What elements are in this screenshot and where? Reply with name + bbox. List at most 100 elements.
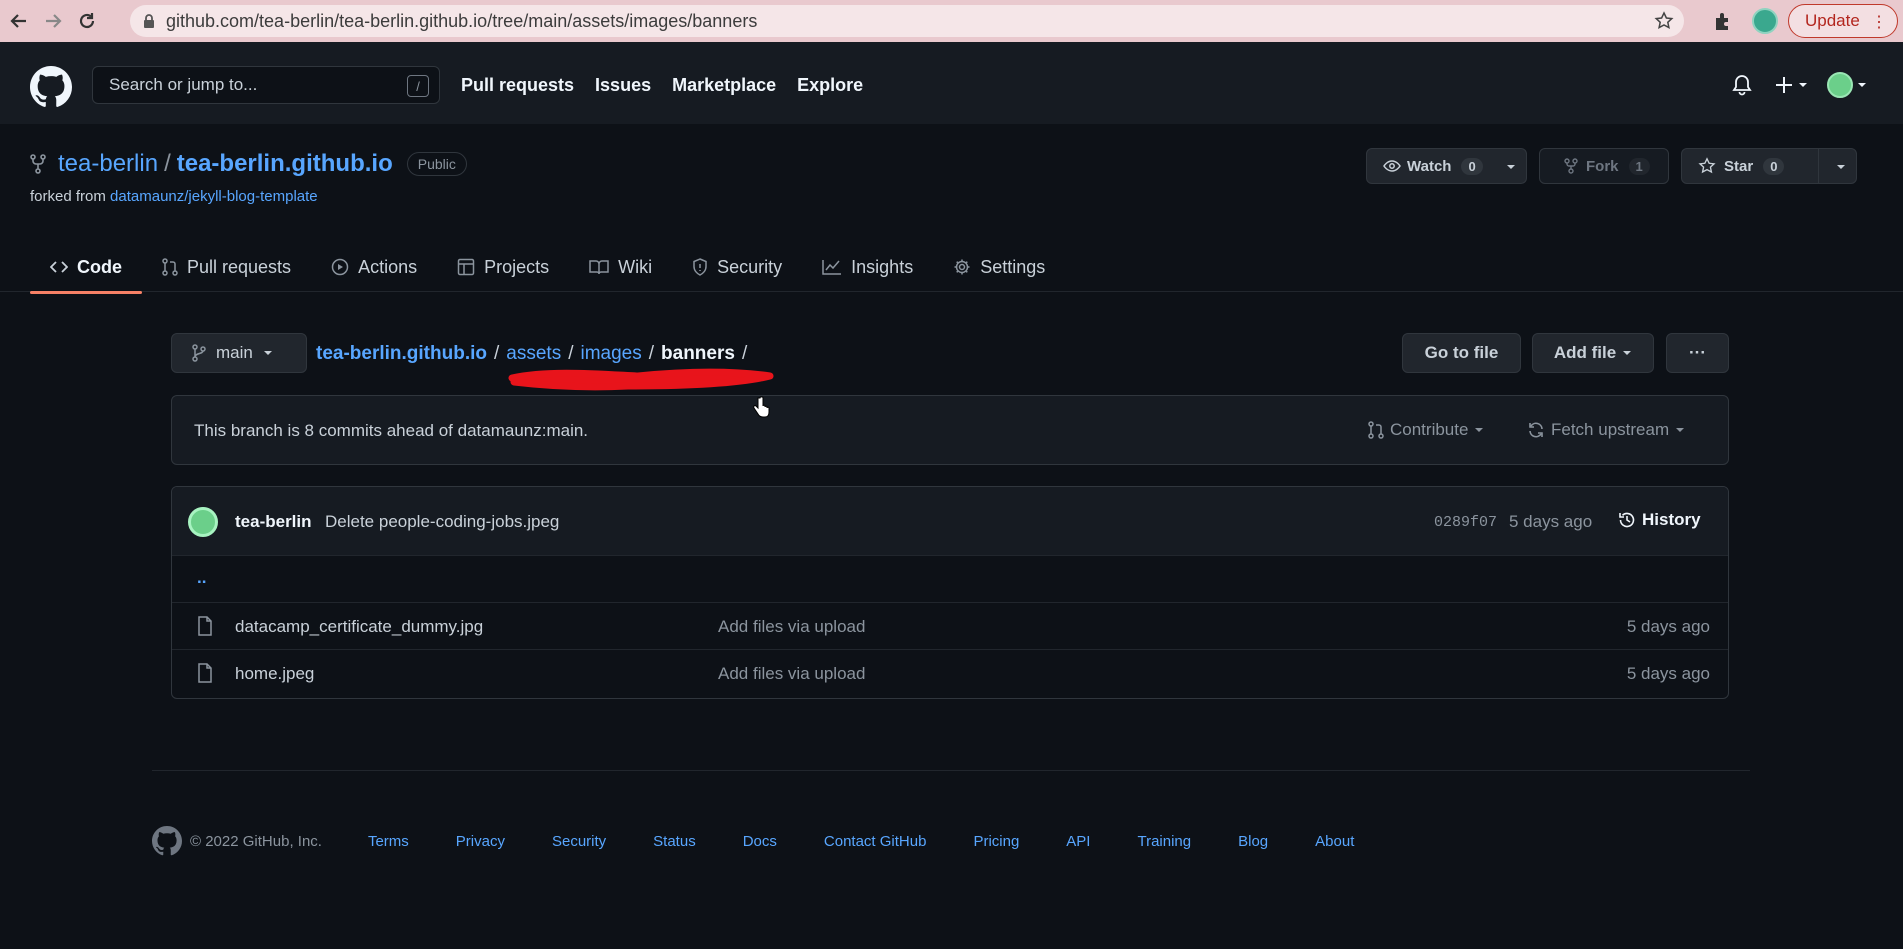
branch-selector[interactable]: main — [171, 333, 307, 373]
list-item[interactable]: datacamp_certificate_dummy.jpg Add files… — [172, 603, 1728, 650]
address-bar[interactable]: github.com/tea-berlin/tea-berlin.github.… — [130, 5, 1684, 37]
tab-projects-label: Projects — [484, 256, 550, 277]
breadcrumb-assets-link[interactable]: assets — [506, 343, 561, 365]
commit-author-avatar[interactable] — [188, 507, 218, 537]
more-options-button[interactable]: ··· — [1666, 333, 1729, 373]
nav-issues[interactable]: Issues — [595, 75, 651, 96]
footer-link-privacy[interactable]: Privacy — [456, 833, 505, 850]
back-button[interactable] — [4, 6, 34, 36]
tab-code[interactable]: Code — [30, 242, 142, 294]
user-menu-caret-icon[interactable] — [1857, 81, 1867, 89]
forward-arrow-icon — [46, 14, 62, 28]
contribute-caret-icon — [1475, 428, 1484, 432]
github-header: Search or jump to... / Pull requests Iss… — [0, 42, 1903, 124]
list-item[interactable]: home.jpeg Add files via upload 5 days ag… — [172, 650, 1728, 697]
create-new-plus-icon[interactable] — [1775, 75, 1809, 95]
footer-link-docs[interactable]: Docs — [743, 833, 777, 850]
commit-sha[interactable]: 0289f07 — [1434, 514, 1497, 531]
commit-message[interactable]: Delete people-coding-jobs.jpeg — [325, 512, 559, 532]
footer-link-training[interactable]: Training — [1137, 833, 1191, 850]
tab-wiki[interactable]: Wiki — [569, 242, 672, 292]
go-to-file-button[interactable]: Go to file — [1402, 333, 1521, 373]
sync-icon — [1529, 422, 1543, 438]
update-button[interactable]: Update ⋮ — [1788, 4, 1898, 38]
file-icon — [198, 616, 212, 636]
file-name-link[interactable]: datacamp_certificate_dummy.jpg — [235, 617, 483, 637]
breadcrumb-separator: / — [648, 343, 655, 364]
eye-icon — [1383, 160, 1401, 172]
watch-label: Watch — [1407, 157, 1452, 175]
user-avatar[interactable] — [1827, 72, 1853, 98]
history-button[interactable]: History — [1618, 510, 1701, 530]
tab-security[interactable]: Security — [672, 242, 802, 292]
url-text: github.com/tea-berlin/tea-berlin.github.… — [166, 10, 758, 31]
nav-explore[interactable]: Explore — [797, 75, 863, 96]
add-file-label: Add file — [1553, 343, 1617, 362]
tab-insights-label: Insights — [851, 256, 914, 277]
forked-prefix: forked from — [30, 188, 106, 205]
footer-link-terms[interactable]: Terms — [368, 833, 409, 850]
footer-link-contact[interactable]: Contact GitHub — [824, 833, 927, 850]
footer-link-security[interactable]: Security — [552, 833, 606, 850]
tab-actions-label: Actions — [358, 256, 418, 277]
repo-forked-icon — [30, 154, 46, 174]
play-icon — [331, 258, 349, 276]
repo-name-link[interactable]: tea-berlin.github.io — [177, 150, 393, 178]
pull-request-icon — [1368, 421, 1384, 439]
parent-directory-row[interactable]: .. — [172, 556, 1728, 603]
breadcrumb-separator: / — [568, 343, 574, 364]
fetch-upstream-button[interactable]: Fetch upstream — [1527, 420, 1685, 440]
footer-link-status[interactable]: Status — [653, 833, 696, 850]
forward-button[interactable] — [38, 6, 68, 36]
commit-author[interactable]: tea-berlin — [235, 512, 312, 532]
file-commit-message[interactable]: Add files via upload — [718, 617, 865, 637]
extensions-puzzle-icon[interactable] — [1712, 10, 1734, 32]
github-mark-icon[interactable] — [152, 826, 182, 856]
breadcrumb-current-folder: banners — [661, 343, 735, 364]
footer-link-about[interactable]: About — [1315, 833, 1354, 850]
fork-button[interactable]: Fork 1 — [1539, 148, 1669, 184]
reload-button[interactable] — [72, 6, 102, 36]
reload-icon — [79, 13, 95, 29]
notification-bell-icon[interactable] — [1732, 74, 1752, 96]
fork-icon — [1564, 158, 1578, 174]
commit-time: 5 days ago — [1509, 512, 1593, 531]
tab-projects[interactable]: Projects — [437, 242, 569, 292]
table-icon — [457, 258, 475, 276]
browser-profile-avatar[interactable] — [1752, 8, 1778, 34]
search-input[interactable]: Search or jump to... / — [92, 66, 440, 104]
tab-security-label: Security — [717, 256, 783, 277]
tab-pull-requests[interactable]: Pull requests — [142, 242, 311, 292]
ahead-message: This branch is 8 commits ahead of datama… — [194, 421, 589, 440]
nav-marketplace[interactable]: Marketplace — [672, 75, 776, 96]
github-logo-icon[interactable] — [30, 66, 72, 108]
repo-owner-link[interactable]: tea-berlin — [58, 150, 158, 178]
tab-settings[interactable]: Settings — [933, 242, 1065, 292]
footer-link-pricing[interactable]: Pricing — [973, 833, 1019, 850]
star-list-caret-icon[interactable] — [1836, 163, 1846, 171]
file-name-link[interactable]: home.jpeg — [235, 664, 314, 684]
add-file-button[interactable]: Add file — [1532, 333, 1654, 373]
breadcrumb-images-link[interactable]: images — [580, 343, 641, 365]
file-age: 5 days ago — [1626, 617, 1710, 636]
breadcrumb-root-link[interactable]: tea-berlin.github.io — [316, 343, 487, 365]
footer-link-blog[interactable]: Blog — [1238, 833, 1268, 850]
contribute-button[interactable]: Contribute — [1368, 420, 1484, 440]
tab-actions[interactable]: Actions — [311, 242, 437, 292]
bookmark-star-icon[interactable] — [1654, 11, 1674, 31]
footer-divider — [152, 770, 1750, 771]
footer-link-api[interactable]: API — [1066, 833, 1090, 850]
watch-button[interactable]: Watch 0 — [1366, 148, 1527, 184]
nav-pull-requests[interactable]: Pull requests — [461, 75, 574, 96]
contribute-label: Contribute — [1390, 420, 1469, 439]
star-button[interactable]: Star 0 — [1681, 148, 1857, 184]
forked-from-link[interactable]: datamaunz/jekyll-blog-template — [110, 188, 318, 205]
pull-request-icon — [162, 258, 178, 276]
branch-icon — [192, 344, 206, 362]
repo-title-separator: / — [164, 150, 171, 177]
footer: © 2022 GitHub, Inc. Terms Privacy Securi… — [152, 826, 1401, 856]
file-commit-message[interactable]: Add files via upload — [718, 664, 865, 684]
more-options-icon: ··· — [1689, 343, 1706, 362]
tab-insights[interactable]: Insights — [802, 242, 933, 292]
parent-directory-link[interactable]: .. — [197, 568, 206, 588]
